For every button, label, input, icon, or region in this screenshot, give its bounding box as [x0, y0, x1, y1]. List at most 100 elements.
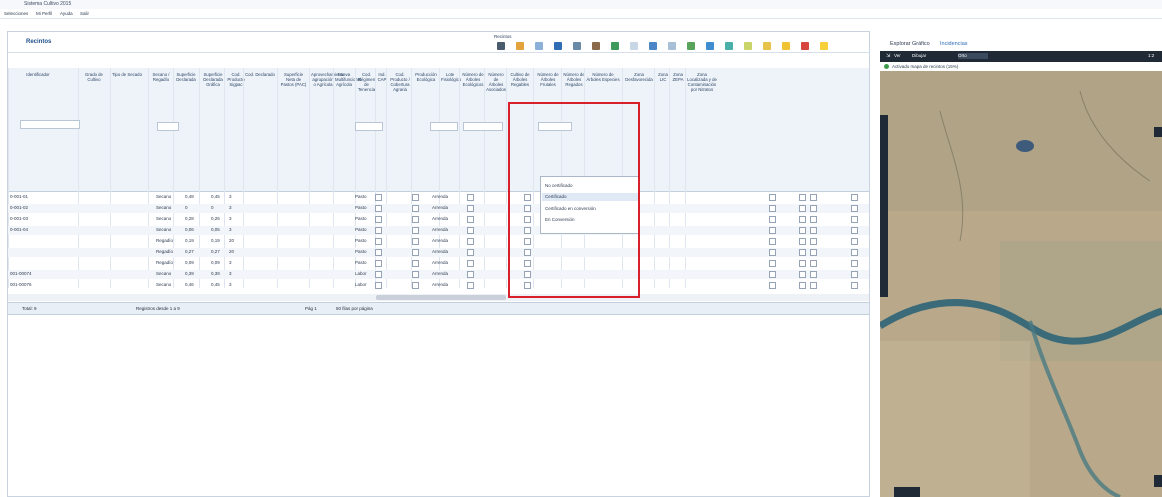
toolbar-icon-17[interactable]	[801, 42, 809, 50]
scrollbar-thumb[interactable]	[376, 295, 506, 300]
row-checkbox[interactable]	[412, 260, 419, 267]
row-checkbox[interactable]	[799, 194, 806, 201]
table-row[interactable]: 0-001-03 Secano 0,28 0,26 3 Pasto Arrenda	[8, 215, 869, 224]
toolbar-icon-18[interactable]	[820, 42, 828, 50]
row-checkbox[interactable]	[375, 238, 382, 245]
toolbar-icon-11[interactable]	[687, 42, 695, 50]
row-checkbox[interactable]	[810, 260, 817, 267]
row-checkbox[interactable]	[412, 227, 419, 234]
row-checkbox[interactable]	[799, 260, 806, 267]
row-checkbox[interactable]	[467, 205, 474, 212]
column-header[interactable]: Superficie Declarada	[175, 72, 197, 82]
row-checkbox[interactable]	[769, 216, 776, 223]
row-checkbox[interactable]	[810, 271, 817, 278]
toolbar-icon-10[interactable]	[668, 42, 676, 50]
toolbar-icon-13[interactable]	[725, 42, 733, 50]
column-header[interactable]: Número de Árboles Asociados	[486, 72, 506, 92]
toolbar-icon-6[interactable]	[592, 42, 600, 50]
row-checkbox[interactable]	[769, 260, 776, 267]
row-checkbox[interactable]	[799, 205, 806, 212]
ver-tool[interactable]: Ver	[894, 53, 901, 58]
row-checkbox[interactable]	[467, 282, 474, 289]
row-checkbox[interactable]	[467, 271, 474, 278]
row-checkbox[interactable]	[769, 282, 776, 289]
column-header[interactable]: Número de Árboles Regados	[563, 72, 585, 87]
column-header[interactable]: Cultivo de Árboles Regables	[508, 72, 532, 87]
row-checkbox[interactable]	[810, 194, 817, 201]
row-checkbox[interactable]	[769, 194, 776, 201]
row-checkbox[interactable]	[375, 271, 382, 278]
row-checkbox[interactable]	[851, 227, 858, 234]
row-checkbox[interactable]	[810, 205, 817, 212]
incidencias-link[interactable]: Incidencias	[940, 41, 968, 47]
column-header[interactable]: Zona ZEPA	[671, 72, 685, 82]
row-checkbox[interactable]	[467, 249, 474, 256]
column-header[interactable]: Lote Fisiológico	[441, 72, 461, 82]
row-checkbox[interactable]	[799, 282, 806, 289]
row-checkbox[interactable]	[769, 227, 776, 234]
menu-ayuda[interactable]: Ayuda	[60, 11, 73, 16]
layer-select[interactable]: Orto	[958, 53, 988, 59]
toolbar-icon-12[interactable]	[706, 42, 714, 50]
row-checkbox[interactable]	[810, 227, 817, 234]
row-checkbox[interactable]	[467, 227, 474, 234]
table-row[interactable]: Regadío 0,09 0,09 3 Pasto Arrenda	[8, 259, 869, 268]
table-row[interactable]: Regadío 0,27 0,27 20 Pasto Arrenda	[8, 248, 869, 257]
row-checkbox[interactable]	[769, 249, 776, 256]
row-checkbox[interactable]	[769, 271, 776, 278]
row-checkbox[interactable]	[375, 249, 382, 256]
table-row[interactable]: 0-001-04 Secano 0,06 0,05 3 Pasto Arrenda	[8, 226, 869, 235]
toolbar-icon-16[interactable]	[782, 42, 790, 50]
row-checkbox[interactable]	[412, 238, 419, 245]
column-filter[interactable]	[430, 122, 458, 131]
row-checkbox[interactable]	[799, 249, 806, 256]
menu-salir[interactable]: Salir	[80, 11, 89, 16]
satellite-map[interactable]	[880, 71, 1162, 497]
row-checkbox[interactable]	[851, 271, 858, 278]
toolbar-icon-7[interactable]	[611, 42, 619, 50]
table-row[interactable]: Regadío 0,19 0,19 20 Pasto Arrenda	[8, 237, 869, 246]
row-checkbox[interactable]	[467, 216, 474, 223]
row-checkbox[interactable]	[375, 194, 382, 201]
row-checkbox[interactable]	[412, 194, 419, 201]
column-header[interactable]: Grado de Cultivo	[80, 72, 108, 82]
column-header[interactable]: Número de Árboles Ecológicos	[461, 72, 485, 87]
table-row[interactable]: 001-00076 Secano 0,46 0,45 3 Labor Arrenda	[8, 281, 869, 290]
row-checkbox[interactable]	[810, 238, 817, 245]
column-header[interactable]: Cod. Declarado	[245, 72, 275, 77]
row-checkbox[interactable]	[851, 249, 858, 256]
dibujar-tool[interactable]: Dibujar	[912, 53, 926, 58]
page-indicator[interactable]: Pág 1	[305, 306, 317, 311]
toolbar-icon-1[interactable]	[497, 42, 505, 50]
row-checkbox[interactable]	[412, 249, 419, 256]
row-checkbox[interactable]	[799, 216, 806, 223]
row-checkbox[interactable]	[769, 205, 776, 212]
row-checkbox[interactable]	[467, 260, 474, 267]
row-checkbox[interactable]	[412, 216, 419, 223]
column-filter[interactable]	[20, 120, 80, 129]
column-filter[interactable]	[355, 122, 383, 131]
row-checkbox[interactable]	[810, 249, 817, 256]
table-row[interactable]: 001-00074 Secano 0,39 0,39 3 Labor Arrenda	[8, 270, 869, 279]
toolbar-icon-9[interactable]	[649, 42, 657, 50]
toolbar-icon-14[interactable]	[744, 42, 752, 50]
row-checkbox[interactable]	[851, 216, 858, 223]
row-checkbox[interactable]	[799, 271, 806, 278]
row-checkbox[interactable]	[375, 227, 382, 234]
toolbar-icon-3[interactable]	[535, 42, 543, 50]
column-filter[interactable]	[157, 122, 179, 131]
column-header[interactable]: Identificador	[10, 72, 66, 77]
row-checkbox[interactable]	[769, 238, 776, 245]
row-checkbox[interactable]	[799, 227, 806, 234]
row-checkbox[interactable]	[851, 260, 858, 267]
column-header[interactable]: Zona Localizada y de Contaminación por N…	[687, 72, 717, 92]
column-header[interactable]: Tipo de Secado	[112, 72, 142, 77]
row-checkbox[interactable]	[851, 282, 858, 289]
column-header[interactable]: Secano / Regadío	[150, 72, 172, 82]
column-header[interactable]: Cod. Producto / Cobertura Agraria	[388, 72, 412, 92]
row-checkbox[interactable]	[467, 194, 474, 201]
page-size-select[interactable]: 50 filas por página	[336, 306, 373, 311]
table-row[interactable]: 0-001-02 Secano 0 0 3 Pasto Arrenda	[8, 204, 869, 213]
column-header[interactable]: Aprovechamiento agrupación o Agrícola	[311, 72, 344, 87]
row-checkbox[interactable]	[799, 238, 806, 245]
